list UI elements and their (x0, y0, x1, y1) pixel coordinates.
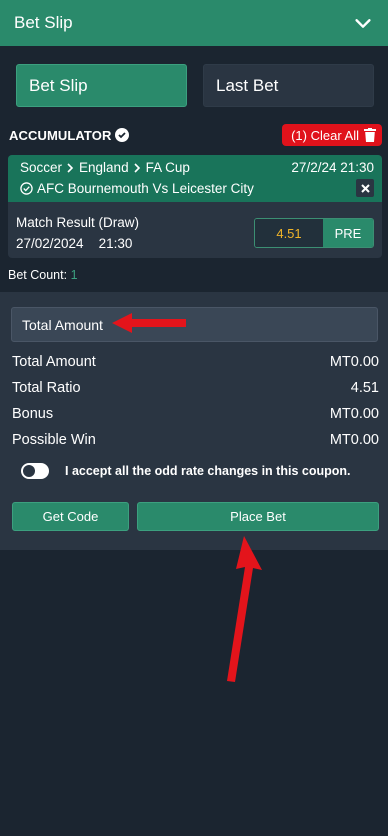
bet-card-header: Soccer England FA Cup 27/2/24 21:30 AFC … (8, 155, 382, 202)
summary-row-bonus: Bonus MT0.00 (12, 401, 379, 427)
close-icon (360, 183, 370, 193)
trash-icon (364, 128, 376, 142)
summary-row-total-amount: Total Amount MT0.00 (12, 349, 379, 375)
clear-all-label: (1) Clear All (291, 127, 359, 143)
country-label: England (79, 160, 129, 175)
market-label: Match Result (Draw) (16, 215, 140, 230)
summary-value: MT0.00 (329, 354, 379, 370)
odds-box: 4.51 PRE (254, 218, 374, 248)
accept-odds-row: I accept all the odd rate changes in thi… (21, 463, 350, 479)
tab-bar: Bet Slip Last Bet (16, 64, 374, 107)
betslip-header[interactable]: Bet Slip (0, 0, 388, 46)
bet-count: Bet Count: 1 (8, 268, 78, 282)
match-date: 27/02/2024 (16, 236, 84, 251)
accept-odds-label: I accept all the odd rate changes in thi… (65, 464, 351, 478)
get-code-label: Get Code (42, 509, 99, 524)
place-bet-label: Place Bet (230, 509, 286, 524)
summary-label: Bonus (12, 406, 54, 422)
summary-value: MT0.00 (329, 432, 379, 448)
get-code-button[interactable]: Get Code (12, 502, 129, 531)
summary-row-possible-win: Possible Win MT0.00 (12, 427, 379, 453)
stake-panel: Total Amount Total Amount MT0.00 Total R… (0, 292, 388, 550)
tab-bet-slip[interactable]: Bet Slip (16, 64, 187, 107)
odds-value: 4.51 (255, 219, 323, 247)
bet-count-label: Bet Count: (8, 268, 68, 282)
tab-label: Last Bet (216, 75, 279, 95)
bet-card: Soccer England FA Cup 27/2/24 21:30 AFC … (8, 155, 382, 258)
chevron-right-icon (67, 162, 74, 173)
summary-value: 4.51 (350, 380, 379, 396)
accept-odds-toggle[interactable] (21, 463, 49, 479)
match-time: 21:30 (98, 236, 133, 251)
chevron-down-icon[interactable] (352, 12, 374, 34)
toggle-knob (23, 465, 35, 477)
total-amount-placeholder: Total Amount (22, 316, 103, 333)
bet-count-value: 1 (70, 268, 78, 282)
bet-breadcrumb: Soccer England FA Cup (20, 160, 190, 175)
check-circle-icon (20, 181, 33, 195)
accumulator-row: ACCUMULATOR (1) Clear All (9, 124, 382, 146)
odds-tag: PRE (323, 219, 373, 247)
tab-last-bet[interactable]: Last Bet (203, 64, 374, 107)
chevron-right-icon (134, 162, 140, 173)
header-title: Bet Slip (14, 13, 73, 32)
summary-row-total-ratio: Total Ratio 4.51 (12, 375, 379, 401)
summary-value: MT0.00 (329, 406, 379, 422)
tab-label: Bet Slip (29, 75, 88, 95)
sport-label: Soccer (20, 160, 63, 175)
summary-label: Total Ratio (12, 380, 81, 396)
annotation-arrow-up (227, 536, 262, 682)
bet-card-body: Match Result (Draw) 27/02/2024 21:30 4.5… (8, 202, 382, 254)
clear-all-button[interactable]: (1) Clear All (282, 124, 382, 146)
accumulator-text: ACCUMULATOR (9, 127, 112, 143)
league-label: FA Cup (145, 160, 190, 175)
bet-datetime: 27/2/24 21:30 (291, 160, 374, 175)
accumulator-label[interactable]: ACCUMULATOR (9, 127, 130, 143)
summary-label: Possible Win (12, 432, 96, 448)
check-circle-icon (115, 128, 130, 142)
action-buttons: Get Code Place Bet (12, 502, 379, 531)
summary-label: Total Amount (12, 354, 96, 370)
remove-bet-button[interactable] (356, 179, 374, 197)
total-amount-input[interactable]: Total Amount (11, 307, 378, 342)
place-bet-button[interactable]: Place Bet (137, 502, 379, 531)
summary-list: Total Amount MT0.00 Total Ratio 4.51 Bon… (12, 349, 379, 453)
match-name: AFC Bournemouth Vs Leicester City (37, 180, 254, 196)
